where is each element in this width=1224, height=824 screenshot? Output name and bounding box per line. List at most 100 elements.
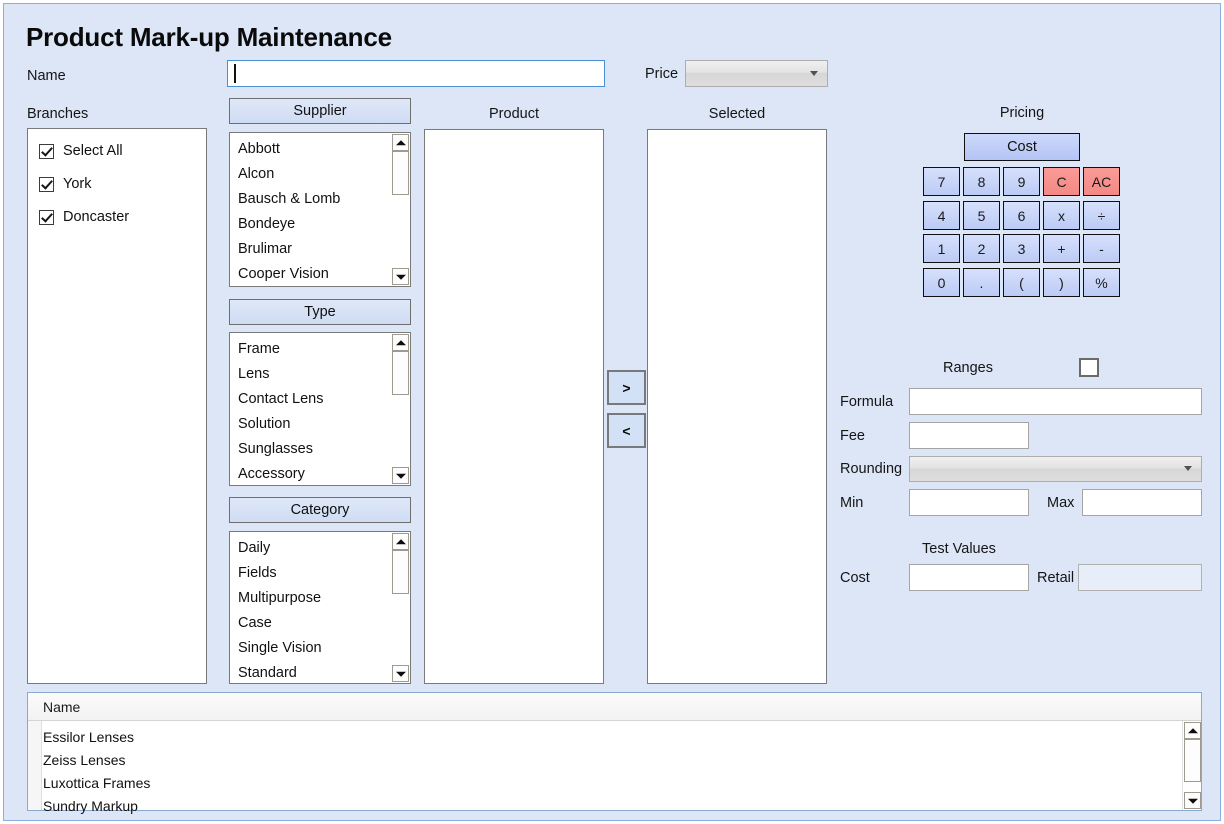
scrollbar-thumb[interactable]	[392, 351, 409, 395]
branch-checkbox-row[interactable]: Doncaster	[39, 209, 129, 225]
rounding-dropdown[interactable]	[909, 456, 1202, 482]
formula-input[interactable]	[909, 388, 1202, 415]
scrollbar-thumb[interactable]	[392, 151, 409, 195]
category-scrollbar[interactable]	[391, 532, 410, 683]
scrollbar-thumb[interactable]	[392, 550, 409, 594]
branches-label: Branches	[27, 106, 89, 122]
branch-checkbox-row[interactable]: York	[39, 176, 91, 192]
list-item[interactable]: Accessory	[238, 462, 391, 485]
selected-listbox[interactable]	[647, 129, 827, 684]
grid-column-header-name[interactable]: Name	[43, 693, 80, 721]
list-item[interactable]: Frame	[238, 337, 391, 362]
calc-key-4[interactable]: 4	[923, 201, 960, 230]
product-listbox[interactable]	[424, 129, 604, 684]
move-right-button[interactable]: >	[607, 370, 646, 405]
calc-key-clear[interactable]: C	[1043, 167, 1080, 196]
move-left-button[interactable]: <	[607, 413, 646, 448]
ranges-checkbox[interactable]	[1079, 358, 1099, 377]
scroll-down-icon[interactable]	[392, 467, 409, 484]
cost-button[interactable]: Cost	[964, 133, 1080, 161]
table-row[interactable]: Sundry Markup	[43, 795, 138, 818]
test-cost-input[interactable]	[909, 564, 1029, 591]
category-header-button[interactable]: Category	[229, 497, 411, 523]
supplier-listbox[interactable]: Abbott Alcon Bausch & Lomb Bondeye Bruli…	[229, 132, 411, 287]
list-item[interactable]: Sunglasses	[238, 437, 391, 462]
scroll-down-icon[interactable]	[392, 268, 409, 285]
list-item[interactable]: Bausch & Lomb	[238, 187, 391, 212]
calc-key-0[interactable]: 0	[923, 268, 960, 297]
scroll-down-icon[interactable]	[392, 665, 409, 682]
pricing-label: Pricing	[999, 105, 1045, 121]
price-label: Price	[645, 66, 679, 82]
list-item[interactable]: Case	[238, 611, 391, 636]
calc-key-5[interactable]: 5	[963, 201, 1000, 230]
grid-row-header-strip	[28, 721, 42, 810]
price-dropdown[interactable]	[685, 60, 828, 87]
checkbox-icon[interactable]	[39, 209, 54, 225]
ranges-label: Ranges	[943, 360, 993, 376]
calc-key-3[interactable]: 3	[1003, 234, 1040, 263]
list-item[interactable]: Alcon	[238, 162, 391, 187]
name-input[interactable]	[227, 60, 605, 87]
supplier-scrollbar[interactable]	[391, 133, 410, 286]
list-item[interactable]: Contact Lens	[238, 387, 391, 412]
list-item[interactable]: Single Vision	[238, 636, 391, 661]
scroll-up-icon[interactable]	[392, 134, 409, 151]
list-item[interactable]: Standard	[238, 661, 391, 683]
branch-checkbox-row[interactable]: Select All	[39, 143, 123, 159]
app-window: Product Mark-up Maintenance Name Price B…	[3, 3, 1221, 821]
product-label: Product	[489, 106, 539, 122]
supplier-header-button[interactable]: Supplier	[229, 98, 411, 124]
branch-label: York	[63, 176, 92, 192]
scroll-up-icon[interactable]	[392, 533, 409, 550]
list-item[interactable]: Daily	[238, 536, 391, 561]
scroll-up-icon[interactable]	[392, 334, 409, 351]
branch-label: Select All	[63, 143, 123, 159]
name-label: Name	[27, 68, 66, 84]
table-row[interactable]: Zeiss Lenses	[43, 749, 125, 772]
calc-key-percent[interactable]: %	[1083, 268, 1120, 297]
list-item[interactable]: Brulimar	[238, 237, 391, 262]
calc-key-8[interactable]: 8	[963, 167, 1000, 196]
calc-key-9[interactable]: 9	[1003, 167, 1040, 196]
type-header-button[interactable]: Type	[229, 299, 411, 325]
scrollbar-thumb[interactable]	[1184, 739, 1201, 782]
table-row[interactable]: Essilor Lenses	[43, 726, 134, 749]
type-scrollbar[interactable]	[391, 333, 410, 485]
scroll-up-icon[interactable]	[1184, 722, 1201, 739]
list-item[interactable]: Cooper Vision	[238, 262, 391, 286]
calc-key-decimal[interactable]: .	[963, 268, 1000, 297]
list-item[interactable]: Bondeye	[238, 212, 391, 237]
calc-key-open-paren[interactable]: (	[1003, 268, 1040, 297]
calc-key-close-paren[interactable]: )	[1043, 268, 1080, 297]
formula-label: Formula	[840, 394, 894, 410]
list-item[interactable]: Lens	[238, 362, 391, 387]
min-input[interactable]	[909, 489, 1029, 516]
checkbox-icon[interactable]	[39, 143, 54, 159]
calc-key-1[interactable]: 1	[923, 234, 960, 263]
checkbox-icon[interactable]	[39, 176, 54, 192]
chevron-down-icon	[810, 70, 818, 76]
list-item[interactable]: Fields	[238, 561, 391, 586]
rounding-label: Rounding	[840, 461, 903, 477]
calc-key-2[interactable]: 2	[963, 234, 1000, 263]
grid-scrollbar[interactable]	[1182, 721, 1201, 810]
calc-key-multiply[interactable]: x	[1043, 201, 1080, 230]
table-row[interactable]: Luxottica Frames	[43, 772, 150, 795]
calc-key-7[interactable]: 7	[923, 167, 960, 196]
calc-key-6[interactable]: 6	[1003, 201, 1040, 230]
branches-panel: Select All York Doncaster	[27, 128, 207, 684]
list-item[interactable]: Solution	[238, 412, 391, 437]
calc-key-all-clear[interactable]: AC	[1083, 167, 1120, 196]
list-item[interactable]: Multipurpose	[238, 586, 391, 611]
calc-key-plus[interactable]: +	[1043, 234, 1080, 263]
calc-key-minus[interactable]: -	[1083, 234, 1120, 263]
scroll-down-icon[interactable]	[1184, 792, 1201, 809]
category-listbox[interactable]: Daily Fields Multipurpose Case Single Vi…	[229, 531, 411, 684]
calc-key-divide[interactable]: ÷	[1083, 201, 1120, 230]
fee-input[interactable]	[909, 422, 1029, 449]
max-input[interactable]	[1082, 489, 1202, 516]
markup-grid[interactable]: Name Essilor Lenses Zeiss Lenses Luxotti…	[27, 692, 1202, 814]
list-item[interactable]: Abbott	[238, 137, 391, 162]
type-listbox[interactable]: Frame Lens Contact Lens Solution Sunglas…	[229, 332, 411, 486]
